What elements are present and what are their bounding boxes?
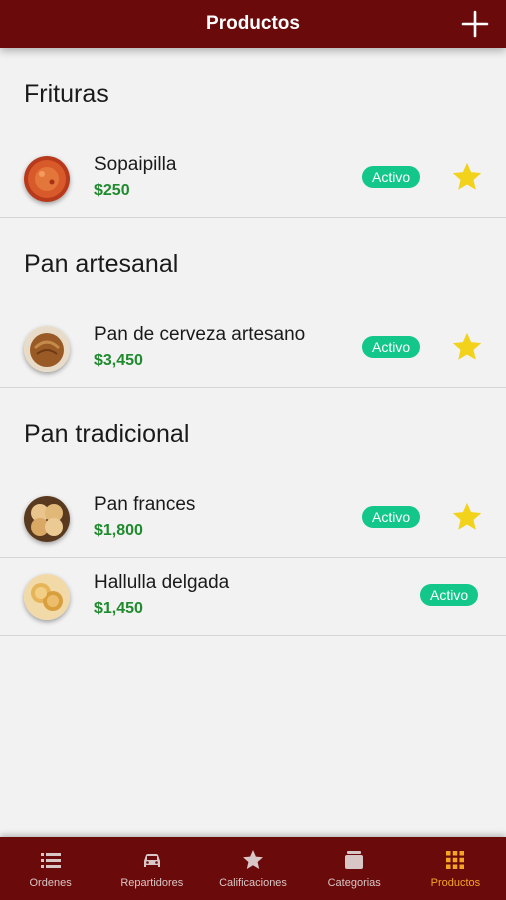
status-badge: Activo [362,336,421,358]
product-name: Hallulla delgada [94,572,230,593]
product-price: $1,800 [94,522,143,539]
product-name: Sopaipilla [94,154,177,175]
star-icon[interactable] [450,330,484,364]
section-header-frituras: Frituras [24,79,109,108]
bottom-navigation: Ordenes Repartidores Calificaciones Cate… [0,837,506,900]
star-icon [243,850,263,869]
grid-icon [446,851,465,869]
product-row-pan-frances[interactable]: Pan frances $1,800 Activo [0,480,506,558]
status-badge: Activo [362,166,421,188]
product-price: $1,450 [94,600,143,617]
status-badge: Activo [362,506,421,528]
tab-calificaciones[interactable]: Calificaciones [202,837,303,900]
tab-productos[interactable]: Productos [405,837,506,900]
box-icon [345,851,364,869]
tab-label: Calificaciones [219,877,287,889]
page-title: Productos [206,13,300,34]
tab-label: Ordenes [29,877,72,889]
tab-label: Categorias [327,877,381,889]
product-list: Frituras Sopaipilla $250 Activo Pan arte… [0,48,506,636]
product-price: $3,450 [94,352,143,369]
product-name: Pan de cerveza artesano [94,324,306,345]
list-icon [40,853,61,868]
tab-label: Repartidores [120,877,184,889]
product-row-hallulla-delgada[interactable]: Hallulla delgada $1,450 Activo [0,558,506,636]
product-name: Pan frances [94,494,196,515]
tab-categorias[interactable]: Categorias [304,837,405,900]
top-app-bar: Productos [0,0,506,48]
status-badge: Activo [420,584,479,606]
product-thumbnail [24,573,70,620]
section-header-pan-artesanal: Pan artesanal [24,249,179,278]
tab-repartidores[interactable]: Repartidores [101,837,202,900]
product-thumbnail [24,495,70,542]
product-price: $250 [94,182,130,199]
product-row-pan-de-cerveza[interactable]: Pan de cerveza artesano $3,450 Activo [0,310,506,388]
tab-ordenes[interactable]: Ordenes [0,837,101,900]
product-thumbnail [24,155,70,202]
car-icon [143,854,160,867]
plus-icon[interactable] [460,9,490,39]
star-icon[interactable] [450,160,484,194]
product-thumbnail [24,325,70,372]
tab-label: Productos [430,877,481,889]
product-row-sopaipilla[interactable]: Sopaipilla $250 Activo [0,140,506,218]
star-icon[interactable] [450,500,484,534]
section-header-pan-tradicional: Pan tradicional [24,419,190,448]
